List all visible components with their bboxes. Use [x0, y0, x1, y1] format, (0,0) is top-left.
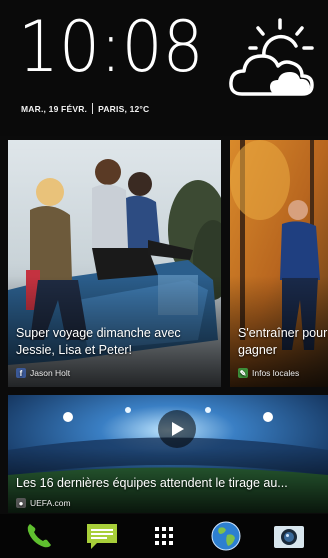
date-text: MAR., 19 FÉVR.	[21, 103, 88, 114]
news-icon: ✎	[238, 368, 248, 378]
clock-time: 10:08	[18, 6, 204, 88]
location-temperature: PARIS, 12°C	[98, 103, 150, 114]
tile-source: ✎ Infos locales	[238, 368, 299, 378]
tile-caption: Les 16 dernières équipes attendent le ti…	[16, 476, 288, 490]
camera-icon	[273, 526, 304, 548]
facebook-icon: f	[16, 368, 26, 378]
tile-caption: Super voyage dimanche avec Jessie, Lisa …	[16, 326, 181, 357]
app-dock	[0, 514, 328, 558]
date-location-line: MAR., 19 FÉVR. PARIS, 12°C	[21, 103, 149, 114]
browser-globe-icon	[211, 521, 241, 551]
messages-icon	[86, 524, 117, 549]
source-name: Infos locales	[252, 368, 300, 378]
camera-button[interactable]	[267, 516, 311, 556]
play-icon	[172, 422, 184, 436]
clock-widget[interactable]: 10:08 MAR., 19 FÉVR. PARIS, 12°C	[0, 0, 328, 136]
person-icon: ●	[16, 498, 26, 508]
tile-caption: S'entraîner pour gagner	[238, 326, 328, 357]
messages-button[interactable]	[80, 516, 124, 556]
tile-source: ● UEFA.com	[16, 498, 71, 508]
play-button[interactable]	[158, 410, 196, 448]
browser-button[interactable]	[204, 516, 248, 556]
tile-source: f Jason Holt	[16, 368, 70, 378]
phone-button[interactable]	[17, 516, 61, 556]
apps-button[interactable]	[142, 516, 186, 556]
feed-tile-photo-post[interactable]: Super voyage dimanche avec Jessie, Lisa …	[8, 140, 221, 387]
divider	[92, 103, 94, 114]
apps-grid-icon	[154, 527, 173, 545]
partly-cloudy-icon[interactable]	[228, 16, 318, 100]
feed-tile-news[interactable]: S'entraîner pour gagner ✎ Infos locales	[230, 140, 328, 387]
source-name: Jason Holt	[30, 368, 71, 378]
source-name: UEFA.com	[30, 498, 71, 508]
phone-icon	[27, 524, 52, 548]
feed-tile-video[interactable]: Les 16 dernières équipes attendent le ti…	[8, 395, 328, 513]
